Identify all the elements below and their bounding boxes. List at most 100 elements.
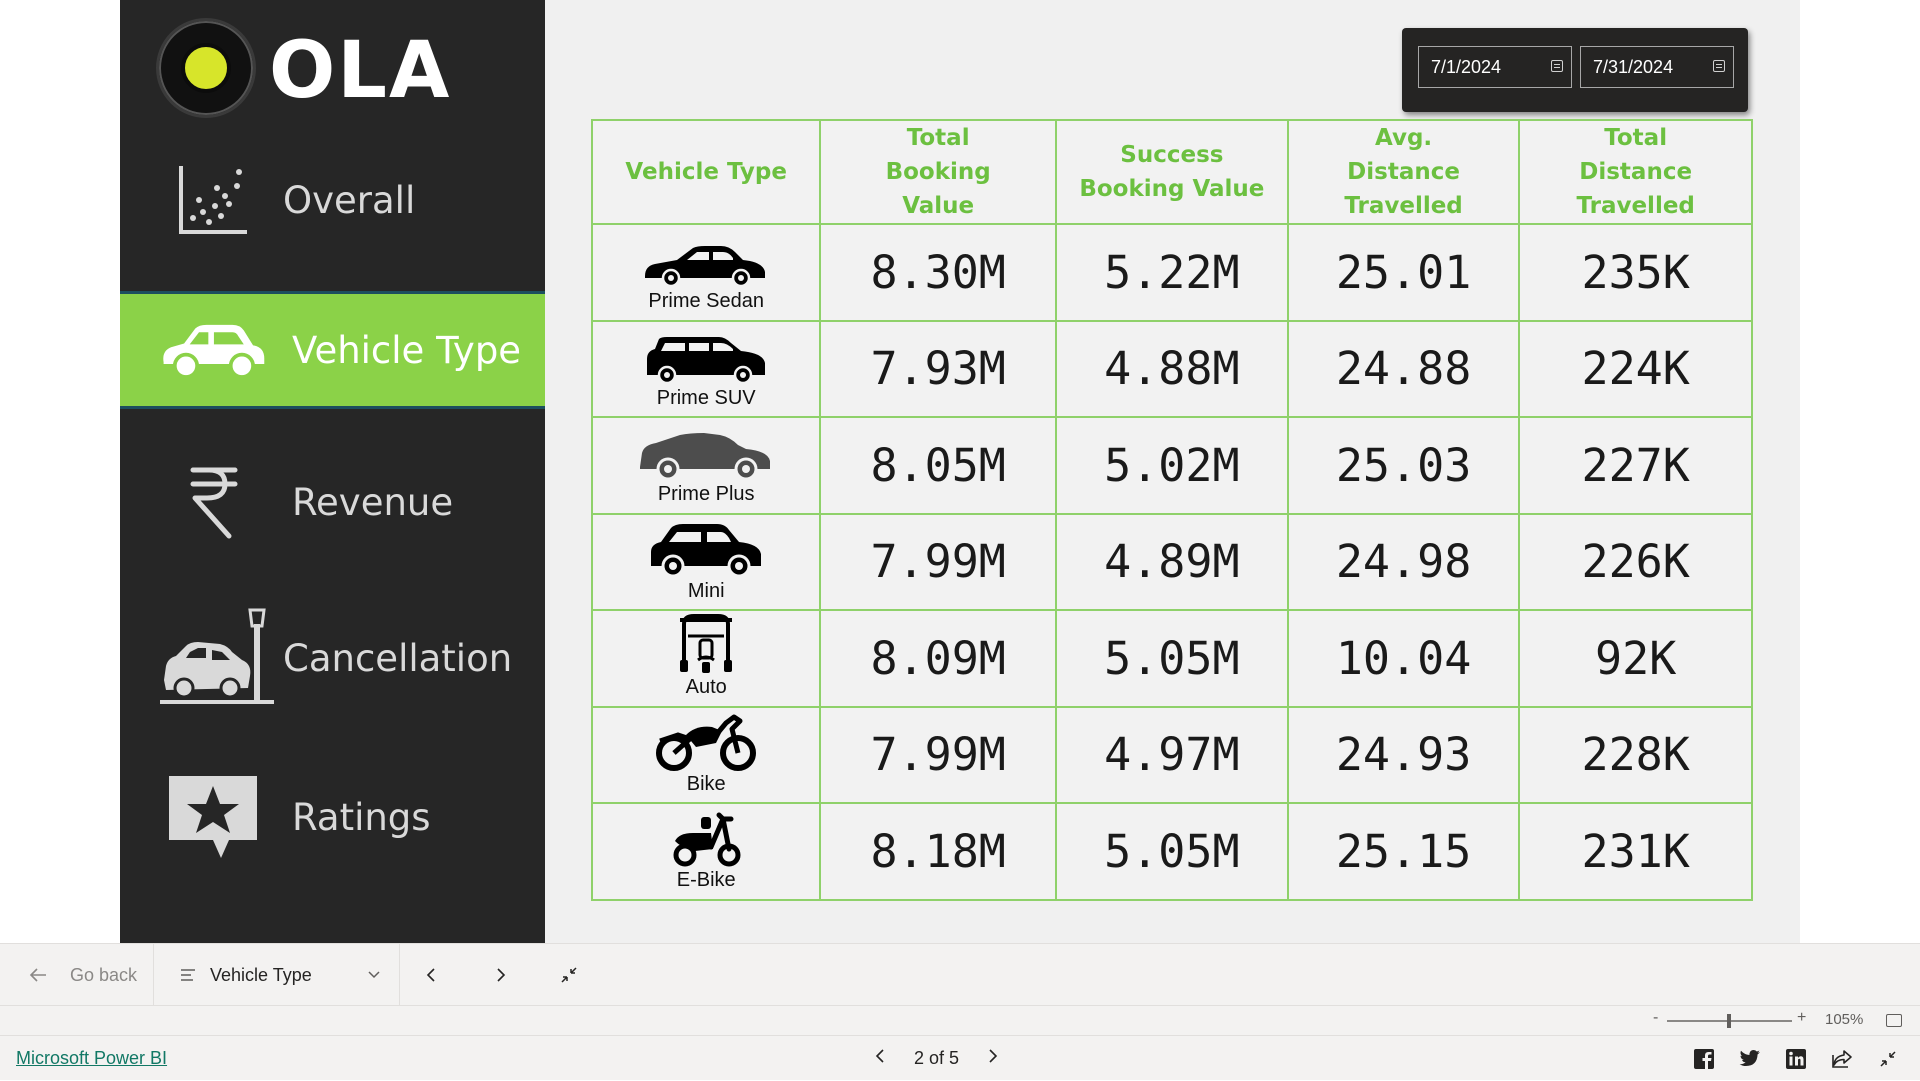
sidebar-item-ratings[interactable]: Ratings [120, 758, 545, 876]
vehicle-name: Mini [687, 579, 725, 602]
success-booking-cell: 5.02M [1054, 416, 1289, 515]
end-date-value: 7/31/2024 [1593, 57, 1674, 77]
vehicle-name: Auto [685, 676, 727, 699]
total-booking-cell: 8.09M [819, 609, 1057, 708]
table-row[interactable]: Prime Plus 8.05M 5.02M 25.03 227K [590, 416, 1753, 515]
avg-distance-cell: 25.03 [1286, 416, 1521, 515]
previous-page-button[interactable] [426, 944, 446, 1006]
total-booking-cell: 8.30M [819, 223, 1057, 322]
avg-distance-cell: 25.15 [1286, 802, 1521, 901]
success-booking-cell: 4.97M [1054, 705, 1289, 804]
go-back-label: Go back [70, 964, 138, 985]
zoom-slider-thumb[interactable] [1727, 1014, 1731, 1028]
divider [399, 944, 400, 1006]
success-booking-cell: 5.22M [1054, 223, 1289, 322]
total-booking-cell: 8.05M [819, 416, 1057, 515]
vehicle-cell: Mini [590, 512, 822, 611]
sidebar-item-label: Cancellation [283, 636, 513, 680]
table-row[interactable]: Prime SUV 7.93M 4.88M 24.88 224K [590, 319, 1753, 418]
sidebar-item-label: Vehicle Type [292, 328, 522, 372]
zoom-slider[interactable] [1667, 1014, 1792, 1028]
share-icon[interactable] [1830, 1047, 1854, 1071]
auto-rickshaw-icon [680, 614, 733, 674]
sidebar: OLA Overall Vehicle Type Revenue Cancell… [120, 0, 545, 943]
rupee-icon [158, 452, 268, 552]
calendar-icon[interactable] [1551, 60, 1563, 72]
twitter-icon[interactable] [1738, 1047, 1762, 1071]
vehicle-name: E-Bike [676, 869, 736, 892]
suv-icon [647, 336, 766, 384]
page-pager: 2 of 5 [860, 1036, 1013, 1081]
sidebar-item-cancellation[interactable]: Cancellation [120, 599, 545, 717]
collapse-icon [561, 967, 577, 983]
vehicle-cell: Prime SUV [590, 319, 822, 418]
total-distance-cell: 235K [1518, 223, 1753, 322]
table-row[interactable]: Mini 7.99M 4.89M 24.98 226K [590, 512, 1753, 611]
column-header[interactable]: Success Booking Value [1054, 119, 1289, 225]
report-navigation-bar: Go back Vehicle Type [0, 943, 1920, 1006]
total-booking-cell: 7.99M [819, 512, 1057, 611]
avg-distance-cell: 10.04 [1286, 609, 1521, 708]
power-bi-link[interactable]: Microsoft Power BI [16, 1048, 167, 1069]
footer-bar: Microsoft Power BI 2 of 5 [0, 1035, 1920, 1080]
table-row[interactable]: Bike 7.99M 4.97M 24.93 228K [590, 705, 1753, 804]
start-date-field[interactable]: 7/1/2024 [1418, 46, 1572, 88]
total-distance-cell: 92K [1518, 609, 1753, 708]
sedan-icon [645, 246, 766, 288]
vehicle-cell: Bike [590, 705, 822, 804]
vehicle-cell: Prime Sedan [590, 223, 822, 322]
share-icons [1692, 1036, 1900, 1081]
total-distance-cell: 227K [1518, 416, 1753, 515]
page-select-dropdown[interactable]: Vehicle Type [180, 944, 380, 1006]
sidebar-item-vehicle-type[interactable]: Vehicle Type [120, 291, 545, 409]
vehicle-name: Prime SUV [656, 386, 756, 409]
vehicle-cell: Auto [590, 609, 822, 708]
chevron-down-icon [368, 971, 380, 979]
report-canvas: OLA Overall Vehicle Type Revenue Cancell… [0, 0, 1920, 943]
next-page-button[interactable] [496, 944, 516, 1006]
facebook-icon[interactable] [1692, 1047, 1716, 1071]
divider [153, 944, 154, 1006]
pager-prev-button[interactable] [860, 1047, 900, 1070]
sidebar-item-revenue[interactable]: Revenue [120, 443, 545, 561]
calendar-icon[interactable] [1713, 60, 1725, 72]
ola-logo-icon [156, 18, 256, 118]
star-comment-icon [158, 767, 268, 867]
go-back-button[interactable]: Go back [28, 944, 137, 1006]
page-select-label: Vehicle Type [210, 964, 312, 985]
total-distance-cell: 226K [1518, 512, 1753, 611]
fullscreen-collapse-icon[interactable] [1876, 1047, 1900, 1071]
sidebar-item-overall[interactable]: Overall [120, 141, 545, 259]
vehicle-name: Prime Plus [657, 483, 755, 506]
zoom-out-button[interactable]: - [1653, 1009, 1658, 1027]
success-booking-cell: 5.05M [1054, 802, 1289, 901]
vehicle-cell: Prime Plus [590, 416, 822, 515]
table-row[interactable]: Prime Sedan 8.30M 5.22M 25.01 235K [590, 223, 1753, 322]
end-date-field[interactable]: 7/31/2024 [1580, 46, 1734, 88]
column-header[interactable]: Avg. Distance Travelled [1286, 119, 1521, 225]
exit-fullscreen-button[interactable] [560, 944, 580, 1006]
success-booking-cell: 5.05M [1054, 609, 1289, 708]
total-distance-cell: 228K [1518, 705, 1753, 804]
logo-text: OLA [269, 26, 452, 116]
column-header[interactable]: Total Booking Value [819, 119, 1057, 225]
avg-distance-cell: 24.98 [1286, 512, 1521, 611]
table-header-row: Vehicle Type Total Booking Value Success… [590, 119, 1753, 225]
sidebar-item-label: Ratings [292, 795, 431, 839]
sidebar-item-label: Revenue [292, 480, 454, 524]
pager-next-button[interactable] [973, 1047, 1013, 1070]
scooter-icon [673, 812, 741, 867]
zoom-level: 105% [1825, 1011, 1864, 1028]
car-crash-icon [158, 608, 278, 708]
total-distance-cell: 224K [1518, 319, 1753, 418]
linkedin-icon[interactable] [1784, 1047, 1808, 1071]
zoom-in-button[interactable]: + [1797, 1009, 1806, 1027]
fit-to-page-icon[interactable] [1886, 1014, 1902, 1027]
success-booking-cell: 4.88M [1054, 319, 1289, 418]
table-row[interactable]: Auto 8.09M 5.05M 10.04 92K [590, 609, 1753, 708]
column-header[interactable]: Total Distance Travelled [1518, 119, 1753, 225]
menu-lines-icon [181, 969, 195, 981]
column-header[interactable]: Vehicle Type [590, 119, 822, 225]
table-row[interactable]: E-Bike 8.18M 5.05M 25.15 231K [590, 802, 1753, 901]
ola-logo: OLA [156, 18, 486, 118]
